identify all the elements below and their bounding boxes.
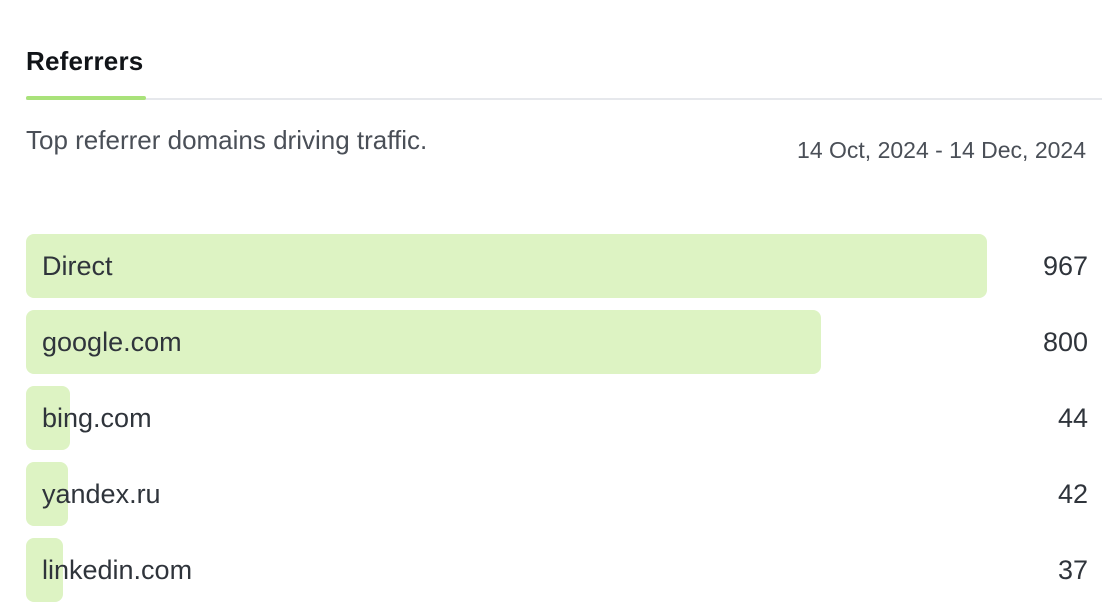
referrer-label: Direct (42, 251, 113, 281)
list-item[interactable]: bing.com 44 (26, 386, 1102, 450)
referrer-count: 800 (1042, 327, 1088, 357)
list-item[interactable]: google.com 800 (26, 310, 1102, 374)
referrer-label: google.com (42, 327, 182, 357)
referrer-count: 967 (1042, 251, 1088, 281)
list-item[interactable]: linkedin.com 37 (26, 538, 1102, 602)
referrer-bar (26, 234, 987, 298)
referrer-count: 44 (1057, 403, 1088, 433)
referrer-count: 42 (1057, 479, 1088, 509)
referrer-label: yandex.ru (42, 479, 161, 509)
tab-referrers[interactable]: Referrers (26, 38, 146, 100)
referrer-count: 37 (1057, 555, 1088, 585)
list-item[interactable]: yandex.ru 42 (26, 462, 1102, 526)
tab-referrers-label: Referrers (26, 46, 144, 76)
tab-active-indicator (26, 96, 146, 100)
referrer-list: Direct 967 google.com 800 bing.com 44 ya… (26, 234, 1102, 614)
date-range: 14 Oct, 2024 - 14 Dec, 2024 (797, 137, 1086, 163)
list-item[interactable]: Direct 967 (26, 234, 1102, 298)
panel-subtitle: Top referrer domains driving traffic. (26, 125, 428, 155)
referrer-label: bing.com (42, 403, 152, 433)
referrer-label: linkedin.com (42, 555, 193, 585)
tab-bar: Referrers (26, 38, 1102, 100)
